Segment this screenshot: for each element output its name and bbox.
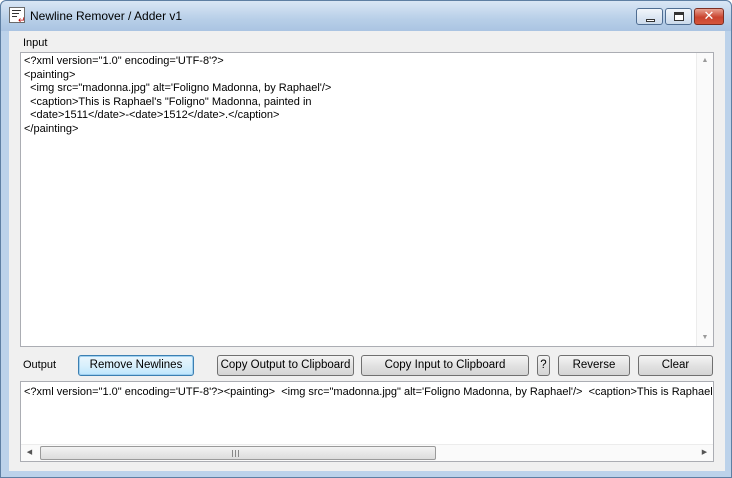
remove-newlines-button[interactable]: Remove Newlines [78,355,194,376]
input-text: <?xml version="1.0" encoding='UTF-8'?> <… [24,55,695,136]
help-button[interactable]: ? [537,355,550,376]
grip-icon [232,450,240,457]
scroll-right-icon[interactable]: ▶ [696,445,713,461]
input-line: </painting> [24,122,79,135]
input-line: <caption>This is Raphael's "Foligno" Mad… [24,95,312,108]
input-label: Input [23,37,48,49]
maximize-button[interactable] [665,8,692,25]
maximize-icon [674,12,684,21]
output-textarea[interactable]: <?xml version="1.0" encoding='UTF-8'?><p… [20,381,714,462]
scroll-down-icon[interactable]: ▼ [697,330,713,346]
input-line: <date>1511</date>-<date>1512</date>.</ca… [24,109,280,121]
app-document-icon[interactable]: ↵ [9,7,26,25]
input-vertical-scrollbar[interactable]: ▲ ▼ [696,53,713,346]
input-textarea[interactable]: <?xml version="1.0" encoding='UTF-8'?> <… [20,52,714,347]
minimize-button[interactable] [636,8,663,25]
input-line: <img src="madonna.jpg" alt='Foligno Mado… [24,82,332,94]
scroll-up-icon[interactable]: ▲ [697,53,713,69]
close-button[interactable]: ✕ [694,8,724,25]
minimize-icon [646,19,655,22]
app-window: ↵ Newline Remover / Adder v1 ✕ Input <?x… [0,0,732,478]
output-text: <?xml version="1.0" encoding='UTF-8'?><p… [24,386,713,398]
copy-input-button[interactable]: Copy Input to Clipboard [361,355,529,376]
output-horizontal-scrollbar[interactable]: ◀ ▶ [21,444,713,461]
copy-output-button[interactable]: Copy Output to Clipboard [217,355,354,376]
input-line: <painting> [24,68,76,81]
input-line: <?xml version="1.0" encoding='UTF-8'?> [24,55,224,67]
output-label: Output [23,359,57,371]
reverse-button[interactable]: Reverse [558,355,630,376]
main-panel: Input <?xml version="1.0" encoding='UTF-… [9,31,725,471]
title-bar[interactable]: ↵ Newline Remover / Adder v1 ✕ [1,1,731,31]
scrollbar-thumb[interactable] [40,446,436,460]
clear-button[interactable]: Clear [638,355,713,376]
scroll-left-icon[interactable]: ◀ [21,445,38,461]
close-icon: ✕ [703,9,715,24]
window-title: Newline Remover / Adder v1 [30,9,183,23]
